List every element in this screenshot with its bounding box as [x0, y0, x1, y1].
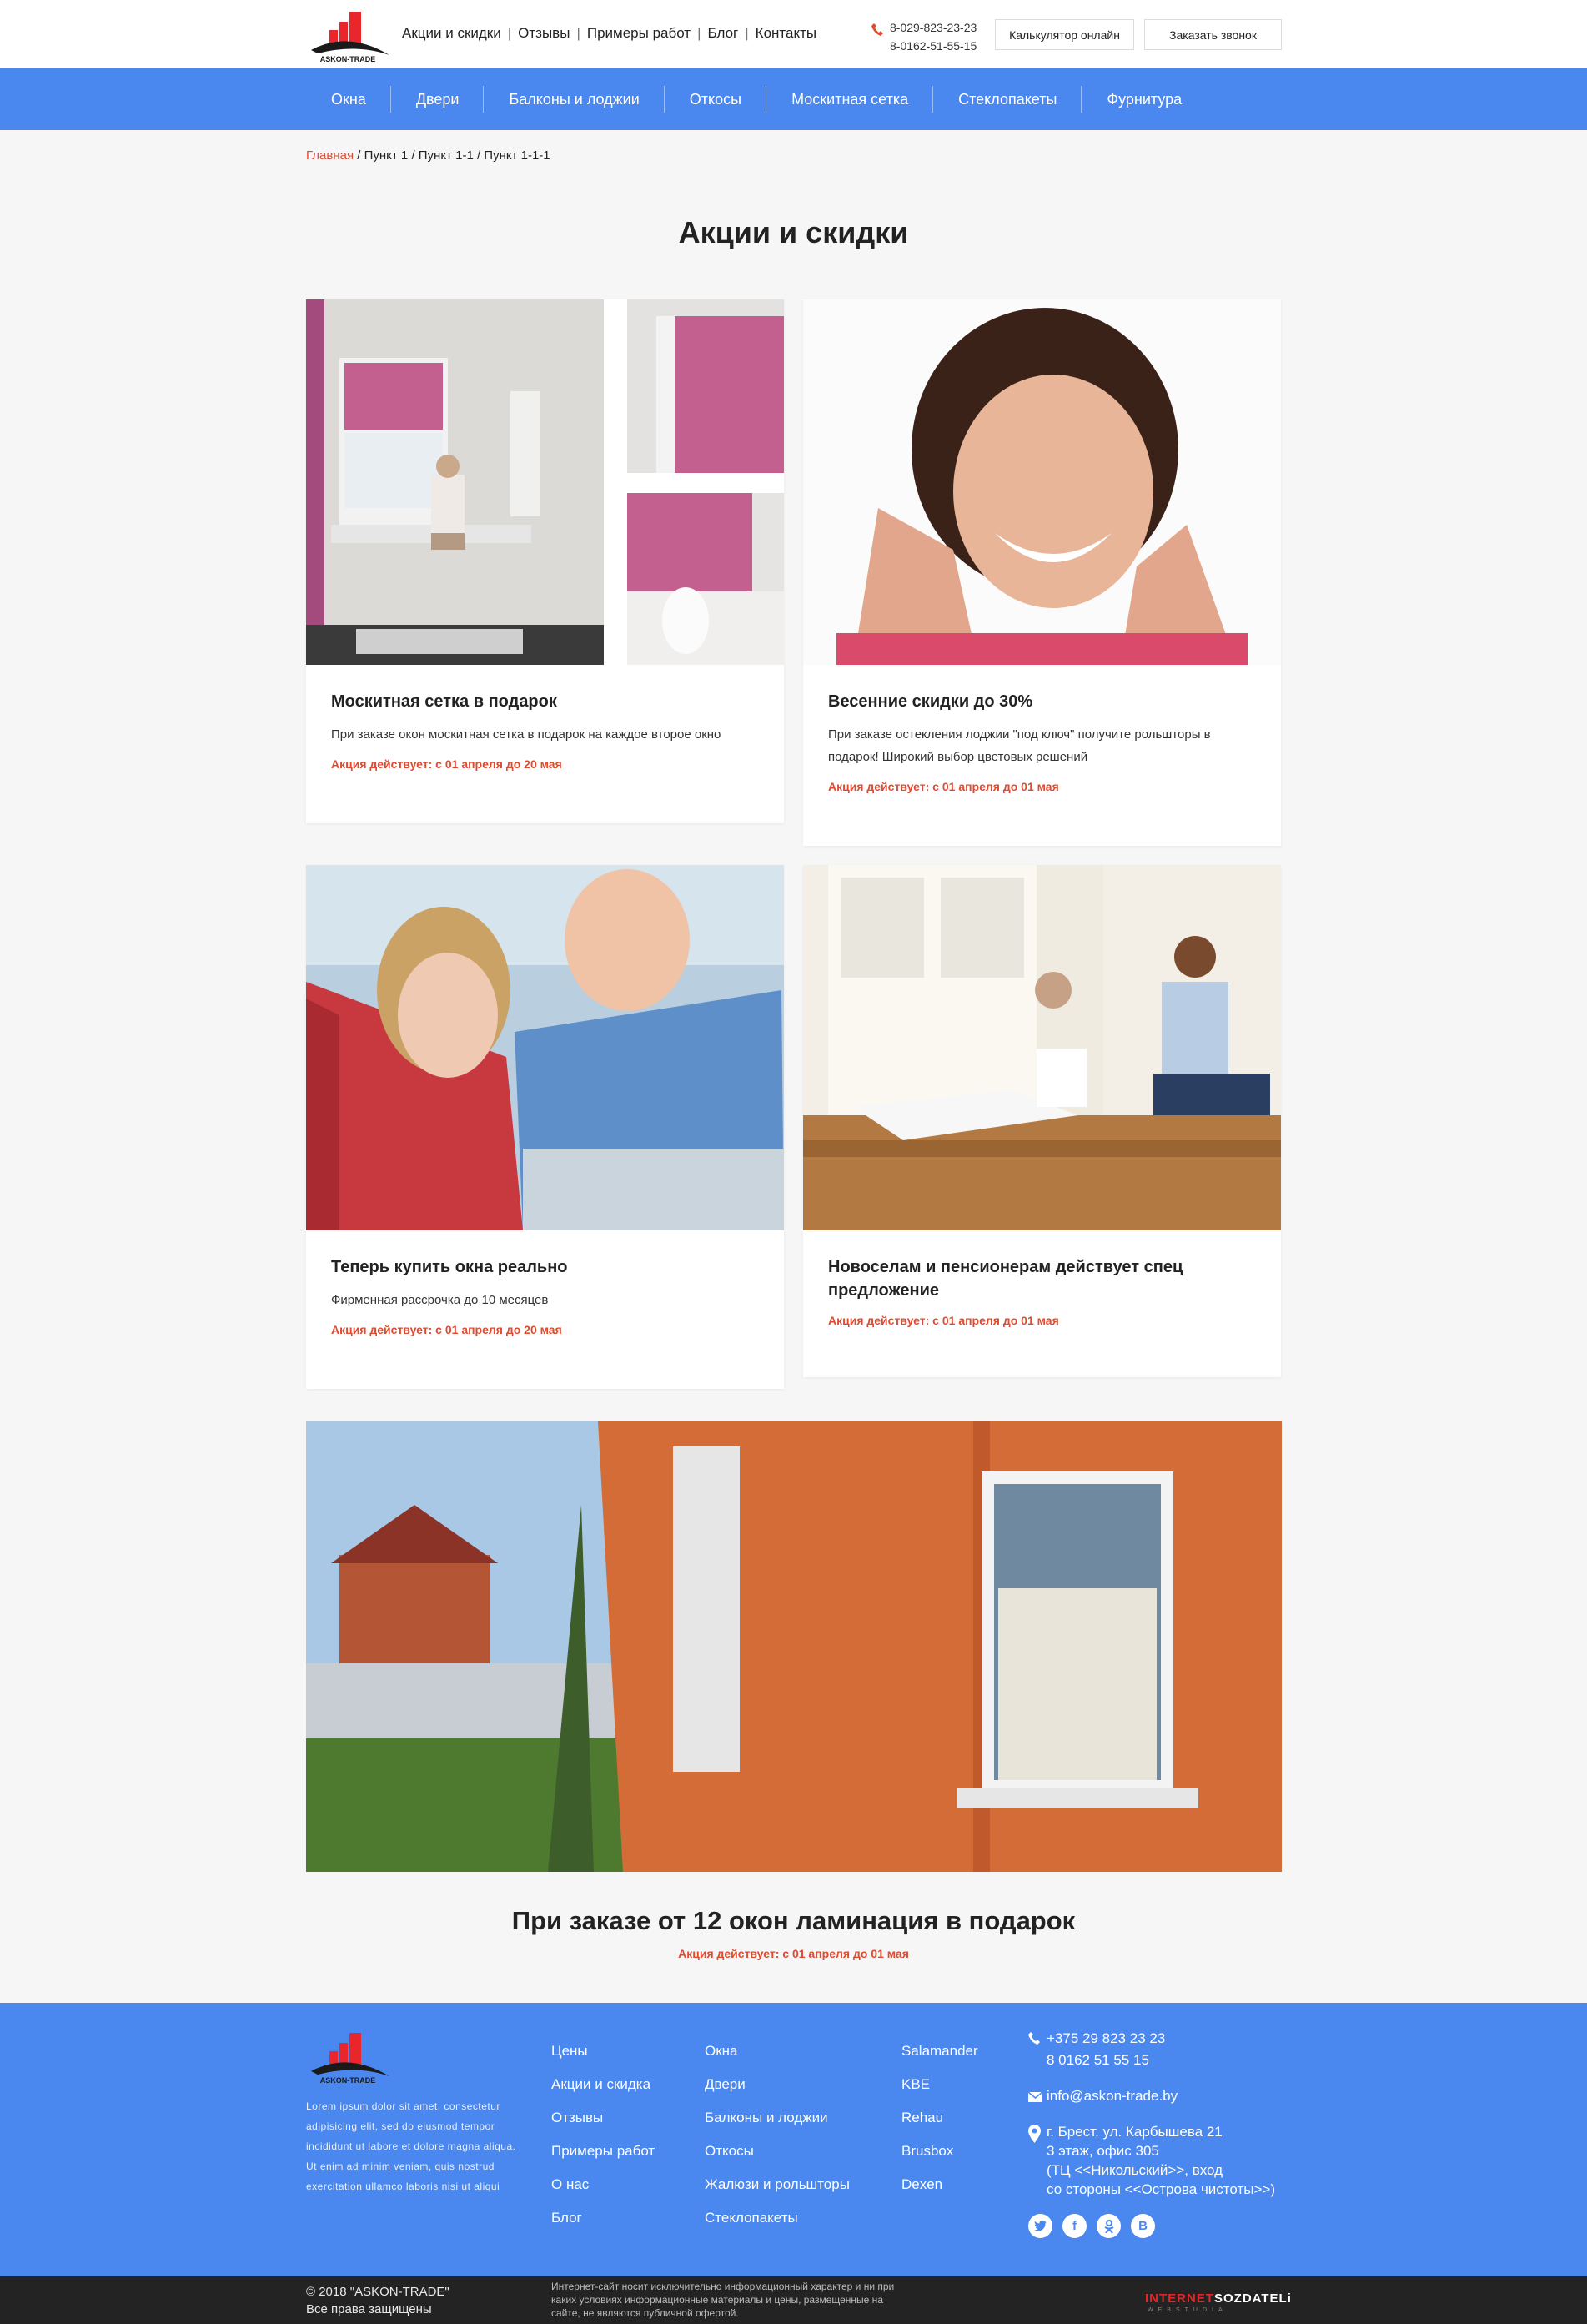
odnoklassniki-icon[interactable]: [1097, 2214, 1121, 2238]
twitter-icon[interactable]: [1028, 2214, 1052, 2238]
footer-link[interactable]: Стеклопакеты: [705, 2201, 850, 2235]
footer-about-text: Lorem ipsum dolor sit amet, consectetur …: [306, 2100, 516, 2192]
toplink-blog[interactable]: Блог: [708, 25, 739, 41]
bottom-bar: © 2018 "ASKON-TRADE" Все права защищены …: [0, 2276, 1587, 2324]
card-title[interactable]: Новоселам и пенсионерам действует спец п…: [828, 1255, 1256, 1302]
card-text: При заказе окон москитная сетка в подаро…: [331, 727, 721, 742]
toplink-contacts[interactable]: Контакты: [756, 25, 816, 41]
promo-card[interactable]: Теперь купить окна реально Фирменная рас…: [306, 865, 784, 1389]
developer-logo[interactable]: INTERNETSOZDATELi: [1145, 2291, 1292, 2306]
copyright-line: Все права защищены: [306, 2302, 432, 2316]
footer-link[interactable]: Примеры работ: [551, 2135, 655, 2168]
nav-item-glass-units[interactable]: Стеклопакеты: [933, 86, 1082, 113]
phone-icon: [1028, 2032, 1040, 2045]
order-call-button[interactable]: Заказать звонок: [1144, 19, 1282, 50]
developer-logo-part: SOZDATELi: [1214, 2291, 1292, 2306]
copyright-line: © 2018 "ASKON-TRADE": [306, 2285, 449, 2299]
wide-promo-image[interactable]: [306, 1421, 1282, 1872]
footer-link[interactable]: Двери: [705, 2068, 850, 2101]
card-image: [803, 299, 1281, 665]
footer-phone-2[interactable]: 8 0162 51 55 15: [1047, 2050, 1149, 2071]
svg-text:ASKON-TRADE: ASKON-TRADE: [320, 55, 376, 63]
promo-card[interactable]: Новоселам и пенсионерам действует спец п…: [803, 865, 1281, 1377]
card-promo-dates: Акция действует: с 01 апреля до 20 мая: [331, 1323, 562, 1336]
card-image: [306, 299, 784, 665]
nav-item-fittings[interactable]: Фурнитура: [1082, 86, 1207, 113]
nav-item-slopes[interactable]: Откосы: [665, 86, 767, 113]
footer-col-products: Окна Двери Балконы и лоджии Откосы Жалюз…: [705, 2035, 850, 2235]
nav-item-windows[interactable]: Окна: [306, 86, 391, 113]
social-links: f В: [1028, 2214, 1155, 2238]
facebook-icon[interactable]: f: [1062, 2214, 1087, 2238]
header-phone-2[interactable]: 8-0162-51-55-15: [873, 37, 977, 55]
copyright: © 2018 "ASKON-TRADE" Все права защищены: [306, 2283, 449, 2318]
footer-link[interactable]: Отзывы: [551, 2101, 655, 2135]
footer-link[interactable]: Rehau: [901, 2101, 978, 2135]
footer-link[interactable]: Dexen: [901, 2168, 978, 2201]
footer-col-brands: Salamander KBE Rehau Brusbox Dexen: [901, 2035, 978, 2201]
footer-link[interactable]: Балконы и лоджии: [705, 2101, 850, 2135]
footer-email[interactable]: info@askon-trade.by: [1047, 2085, 1178, 2107]
vk-icon[interactable]: В: [1131, 2214, 1155, 2238]
logo[interactable]: ASKON-TRADE: [306, 7, 394, 63]
calculator-button[interactable]: Калькулятор онлайн: [995, 19, 1134, 50]
card-promo-dates: Акция действует: с 01 апреля до 01 мая: [828, 780, 1059, 793]
top-links: Акции и скидки | Отзывы | Примеры работ | Блог…: [402, 25, 817, 41]
footer-link[interactable]: Salamander: [901, 2035, 978, 2068]
footer-link[interactable]: Откосы: [705, 2135, 850, 2168]
disclaimer: Интернет-сайт носит исключительно информ…: [551, 2281, 895, 2319]
footer-link[interactable]: Brusbox: [901, 2135, 978, 2168]
developer-subtitle: WEBSTUDIA: [1148, 2307, 1228, 2313]
card-title[interactable]: Теперь купить окна реально: [331, 1255, 759, 1279]
developer-logo-part: INTERNET: [1145, 2291, 1214, 2306]
footer: ASKON-TRADE Lorem ipsum dolor sit amet, …: [0, 2003, 1587, 2276]
header-phone-1[interactable]: 8-029-823-23-23: [873, 18, 977, 37]
toplink-promo[interactable]: Акции и скидки: [402, 25, 501, 41]
card-text: Фирменная рассрочка до 10 месяцев: [331, 1293, 549, 1307]
footer-link[interactable]: KBE: [901, 2068, 978, 2101]
footer-col-info: Цены Акции и скидка Отзывы Примеры работ…: [551, 2035, 655, 2235]
svg-text:ASKON-TRADE: ASKON-TRADE: [320, 2076, 376, 2085]
card-image: [803, 865, 1281, 1230]
footer-link[interactable]: О нас: [551, 2168, 655, 2201]
card-title[interactable]: Москитная сетка в подарок: [331, 690, 759, 713]
footer-phone-1[interactable]: +375 29 823 23 23: [1047, 2028, 1165, 2050]
mail-icon: [1028, 2092, 1042, 2102]
card-text: При заказе остекления лоджии "под ключ" …: [828, 727, 1211, 764]
card-promo-dates: Акция действует: с 01 апреля до 20 мая: [331, 757, 562, 771]
main-nav: Окна Двери Балконы и лоджии Откосы Моски…: [306, 68, 1207, 130]
card-title[interactable]: Весенние скидки до 30%: [828, 690, 1256, 713]
toplink-reviews[interactable]: Отзывы: [518, 25, 570, 41]
footer-link[interactable]: Окна: [705, 2035, 850, 2068]
footer-link[interactable]: Акции и скидка: [551, 2068, 655, 2101]
card-promo-dates: Акция действует: с 01 апреля до 01 мая: [828, 1314, 1059, 1327]
breadcrumb: Главная / Пункт 1 / Пункт 1-1 / Пункт 1-…: [306, 148, 550, 163]
header-phones: 8-029-823-23-23 8-0162-51-55-15: [873, 18, 977, 55]
card-image: [306, 865, 784, 1230]
main-nav-bar: Окна Двери Балконы и лоджии Откосы Моски…: [0, 68, 1587, 130]
footer-address-line: со стороны <<Острова чистоты>>): [1047, 2181, 1276, 2197]
footer-link[interactable]: Блог: [551, 2201, 655, 2235]
promo-card[interactable]: Весенние скидки до 30% При заказе остекл…: [803, 299, 1281, 846]
location-pin-icon: [1028, 2125, 1041, 2143]
nav-item-mosquito-net[interactable]: Москитная сетка: [766, 86, 934, 113]
wide-promo-dates: Акция действует: с 01 апреля до 01 мая: [678, 1947, 909, 1960]
page-title: Акции и скидки: [678, 215, 909, 249]
toplink-works[interactable]: Примеры работ: [587, 25, 691, 41]
breadcrumb-path: / Пункт 1 / Пункт 1-1 / Пункт 1-1-1: [354, 148, 550, 163]
promo-card[interactable]: Москитная сетка в подарок При заказе око…: [306, 299, 784, 823]
footer-link[interactable]: Цены: [551, 2035, 655, 2068]
breadcrumb-home[interactable]: Главная: [306, 148, 354, 163]
footer-logo[interactable]: ASKON-TRADE: [306, 2028, 394, 2085]
wide-promo-title[interactable]: При заказе от 12 окон ламинация в подаро…: [0, 1906, 1587, 1936]
nav-item-balconies[interactable]: Балконы и лоджии: [484, 86, 665, 113]
footer-link[interactable]: Жалюзи и рольшторы: [705, 2168, 850, 2201]
nav-item-doors[interactable]: Двери: [391, 86, 485, 113]
